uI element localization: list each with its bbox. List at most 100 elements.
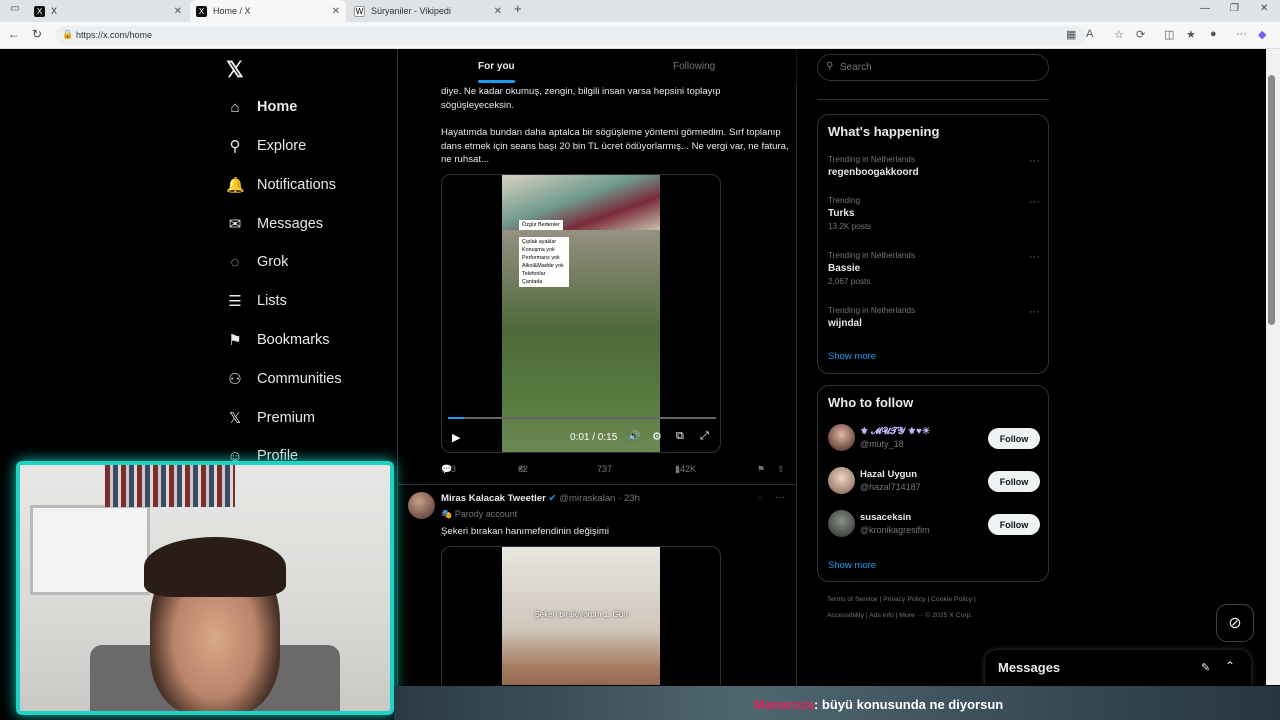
nav-item-lists[interactable]: ☰ Lists bbox=[226, 289, 287, 313]
nav-item-home[interactable]: ⌂ Home bbox=[226, 95, 297, 119]
more-icon[interactable]: ··· bbox=[1029, 196, 1040, 208]
views-button[interactable]: ▮ 142K bbox=[675, 464, 696, 474]
trend-name: regenboogakkoord bbox=[828, 167, 919, 178]
close-icon[interactable]: ✕ bbox=[494, 6, 502, 17]
settings-icon[interactable]: ⚙ bbox=[652, 430, 662, 443]
copilot-icon[interactable]: ◆ bbox=[1258, 28, 1266, 41]
author-handle[interactable]: @miraskalan bbox=[559, 493, 615, 504]
nav-item-communities[interactable]: ⚇ Communities bbox=[226, 367, 341, 391]
parody-label: 🎭 Parody account bbox=[441, 509, 517, 520]
close-icon[interactable]: ✕ bbox=[174, 6, 182, 17]
search-icon: ⚲ bbox=[826, 61, 834, 72]
play-icon[interactable]: ▶ bbox=[452, 431, 460, 444]
nav-item-grok[interactable]: ◌ Grok bbox=[226, 250, 289, 274]
more-icon[interactable]: ··· bbox=[1029, 155, 1040, 167]
views-icon: ▮ bbox=[675, 464, 680, 474]
post-text: Şekeri bırakan hanımefendinin değişimi bbox=[441, 526, 609, 537]
close-icon[interactable]: ✕ bbox=[332, 6, 340, 17]
expand-icon[interactable]: ⌃ bbox=[1225, 659, 1235, 673]
section-title: Who to follow bbox=[828, 395, 914, 410]
footer-links[interactable]: Terms of Service | Privacy Policy | Cook… bbox=[827, 596, 976, 603]
x-logo-icon[interactable]: 𝕏 bbox=[226, 57, 244, 83]
tab-label: X bbox=[51, 6, 58, 16]
follow-suggestion[interactable]: Hazal Uygun @hazal714187 Follow bbox=[828, 467, 1040, 497]
follow-suggestion[interactable]: ⚜ 𝓜𝓤𝓣𝓨 ⚜♥☀ @muty_18 Follow bbox=[828, 424, 1040, 454]
tab-following[interactable]: Following bbox=[673, 61, 715, 72]
window-close-icon[interactable]: ✕ bbox=[1260, 3, 1268, 14]
reload-icon[interactable]: ↻ bbox=[32, 27, 42, 41]
fullscreen-icon[interactable]: ⤢ bbox=[700, 430, 709, 443]
back-icon[interactable]: ← bbox=[8, 27, 20, 41]
split-screen-icon[interactable]: ◫ bbox=[1164, 28, 1174, 41]
browser-tab[interactable]: X X ✕ bbox=[28, 0, 188, 22]
tab-actions-icon[interactable]: ▭ bbox=[10, 3, 19, 14]
favorite-icon[interactable]: ☆ bbox=[1114, 28, 1124, 41]
bookmark-icon[interactable]: ⚑ bbox=[757, 464, 765, 475]
post-time[interactable]: · 23h bbox=[618, 493, 640, 504]
favorites-bar-icon[interactable]: ★ bbox=[1186, 28, 1196, 41]
trend-item[interactable]: Trending in Netherlands wijndal ··· bbox=[828, 306, 1040, 329]
messages-drawer[interactable]: Messages ✎ ⌃ bbox=[985, 650, 1251, 685]
trend-item[interactable]: Trending Turks 13.2K posts ··· bbox=[828, 196, 1040, 231]
avatar[interactable] bbox=[828, 467, 855, 494]
read-aloud-icon[interactable]: A bbox=[1086, 28, 1093, 40]
app-icon[interactable]: ▦ bbox=[1066, 28, 1076, 41]
bookmark-icon: ⚑ bbox=[228, 332, 242, 349]
more-icon[interactable]: ··· bbox=[1029, 251, 1040, 263]
nav-item-messages[interactable]: ✉ Messages bbox=[226, 212, 323, 236]
more-icon[interactable]: ··· bbox=[775, 492, 785, 503]
user-name: susaceksin bbox=[860, 512, 912, 523]
communities-icon: ⚇ bbox=[228, 371, 242, 388]
streamer-hair bbox=[144, 537, 286, 597]
follow-button[interactable]: Follow bbox=[988, 428, 1040, 449]
browser-tab-active[interactable]: X Home / X ✕ bbox=[190, 0, 346, 22]
follow-button[interactable]: Follow bbox=[988, 471, 1040, 492]
whats-happening-card: What's happening Trending in Netherlands… bbox=[817, 114, 1049, 374]
reply-button[interactable]: 💬 133 bbox=[441, 464, 456, 474]
avatar[interactable] bbox=[828, 424, 855, 451]
trend-item[interactable]: Trending in Netherlands regenboogakkoord… bbox=[828, 155, 1040, 178]
scrollbar-thumb[interactable] bbox=[1268, 75, 1275, 325]
trend-count: 2,067 posts bbox=[828, 277, 871, 286]
new-tab-icon[interactable]: + bbox=[514, 1, 522, 16]
progress-track[interactable] bbox=[448, 417, 716, 419]
divider bbox=[398, 484, 797, 485]
grok-button[interactable]: ⊘ bbox=[1216, 604, 1254, 642]
show-more-link[interactable]: Show more bbox=[828, 351, 876, 362]
video-player[interactable]: Özgür Bedenler Çıplak ayaklar Konuşma yo… bbox=[441, 174, 721, 453]
address-bar[interactable]: 🔒 https://x.com/home bbox=[56, 26, 1086, 45]
pip-icon[interactable]: ⧉ bbox=[676, 430, 684, 443]
extensions-icon[interactable]: ⟳ bbox=[1136, 28, 1145, 41]
nav-item-notifications[interactable]: 🔔 Notifications bbox=[226, 173, 336, 197]
minimize-icon[interactable]: — bbox=[1200, 3, 1210, 14]
nav-item-explore[interactable]: ⚲ Explore bbox=[226, 134, 307, 158]
like-button[interactable]: ♡ 737 bbox=[597, 464, 612, 474]
video-player[interactable]: Şekeri bırakıyorum 1. Gün bbox=[441, 546, 721, 685]
volume-icon[interactable]: 🔊 bbox=[628, 431, 640, 442]
nav-item-label: Messages bbox=[257, 216, 324, 232]
x-favicon-icon: X bbox=[34, 5, 45, 17]
share-icon[interactable]: ⇪ bbox=[777, 464, 785, 475]
author-name[interactable]: Miras Kalacak Tweetler bbox=[441, 493, 546, 504]
user-name: Hazal Uygun bbox=[860, 469, 918, 480]
grok-icon[interactable]: ◌ bbox=[757, 493, 763, 504]
show-more-link[interactable]: Show more bbox=[828, 560, 876, 571]
compose-message-icon[interactable]: ✎ bbox=[1201, 661, 1210, 674]
trend-item[interactable]: Trending in Netherlands Bassie 2,067 pos… bbox=[828, 251, 1040, 286]
avatar[interactable] bbox=[828, 510, 855, 537]
profile-avatar-icon[interactable]: ● bbox=[1210, 28, 1217, 40]
repost-button[interactable]: ⟲ 82 bbox=[518, 464, 528, 474]
nav-item-bookmarks[interactable]: ⚑ Bookmarks bbox=[226, 328, 329, 352]
maximize-icon[interactable]: ❐ bbox=[1230, 3, 1239, 14]
follow-button[interactable]: Follow bbox=[988, 514, 1040, 535]
post-text: diye. Ne kadar okumuş, zengin, bilgili i… bbox=[441, 86, 721, 111]
footer-links[interactable]: Accessibility | Ads info | More ··· © 20… bbox=[827, 612, 972, 619]
avatar[interactable] bbox=[408, 492, 435, 519]
more-options-icon[interactable]: ··· bbox=[1236, 28, 1247, 40]
more-icon[interactable]: ··· bbox=[1029, 306, 1040, 318]
tab-for-you[interactable]: For you bbox=[478, 61, 515, 72]
nav-item-premium[interactable]: 𝕏 Premium bbox=[226, 406, 315, 430]
browser-tab[interactable]: W Süryaniler - Vikipedi ✕ bbox=[348, 0, 508, 22]
follow-suggestion[interactable]: susaceksin @kronikagresifim Follow bbox=[828, 510, 1040, 540]
search-input[interactable]: ⚲ Search bbox=[817, 54, 1049, 81]
